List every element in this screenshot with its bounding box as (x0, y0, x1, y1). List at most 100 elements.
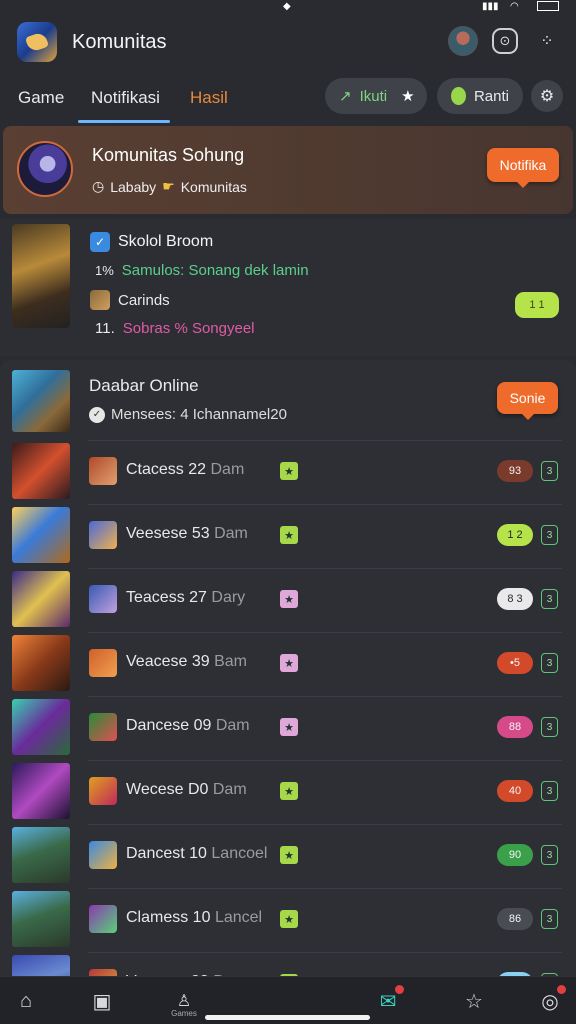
end-icon[interactable]: 3 (541, 781, 558, 801)
count-badge[interactable]: 88 (497, 716, 533, 738)
status-tag-icon: ★ (280, 462, 298, 480)
featured-line3: 11. Sobras % Songyeel (95, 320, 255, 337)
row-name: Clamess 10 Lancel (126, 909, 262, 927)
row-name-suffix: Dary (211, 589, 246, 606)
hero-icon (89, 777, 117, 805)
count-badge[interactable]: 90 (497, 844, 533, 866)
tab-hasil[interactable]: Hasil (190, 88, 228, 108)
row-name: Teacess 27 Dary (126, 589, 245, 607)
chat-label: Ranti (473, 87, 509, 105)
count-badge[interactable]: 8 3 (497, 588, 533, 610)
count-badge[interactable]: 40 (497, 780, 533, 802)
row-name-suffix: Dam (212, 781, 247, 798)
featured-toggle[interactable]: 1 1 (515, 292, 559, 318)
hero-icon (89, 649, 117, 677)
status-tag-icon: ★ (280, 782, 298, 800)
community-avatar (17, 141, 73, 197)
row-name-suffix: Dam (215, 717, 250, 734)
game-thumbnail (12, 507, 70, 563)
list-item[interactable]: Veesese 53 Dam ★ 1 2 3 (0, 504, 576, 567)
end-icon[interactable]: 3 (541, 653, 558, 673)
game-thumbnail (12, 891, 70, 947)
app-badge-icon: ✓ (90, 232, 110, 252)
list-subtitle: ✓ Mensees: 4 Ichannamel20 (89, 406, 287, 423)
messages-icon: ✉ (379, 990, 397, 1013)
list-head-image (12, 370, 70, 432)
app-logo (17, 22, 57, 62)
row-name-suffix: Lancoel (211, 845, 268, 862)
check-circle-icon: ✓ (89, 406, 105, 423)
row-name-text: Veacese 39 (126, 653, 210, 670)
more-icon[interactable]: ⁘ (532, 26, 562, 56)
featured-line1-text: Samulos: Sonang dek lamin (121, 262, 309, 279)
count-badge[interactable]: •5 (497, 652, 533, 674)
featured-title: Skolol Broom (118, 233, 214, 250)
game-thumbnail (12, 827, 70, 883)
profile-nav[interactable]: ◎ (536, 985, 566, 1015)
list-item[interactable]: Dancest 10 Lancoel ★ 90 3 (0, 824, 576, 887)
end-icon[interactable]: 3 (541, 461, 558, 481)
row-name-text: Veesese 53 (126, 525, 210, 542)
row-name-text: Dancese 09 (126, 717, 212, 734)
list-item[interactable]: Ctacess 22 Dam ★ 93 3 (0, 440, 576, 503)
hero-icon (89, 905, 117, 933)
banner-subtitle: ◷ Lababy ☛ Komunitas (92, 178, 247, 195)
game-thumbnail (12, 571, 70, 627)
online-button[interactable]: Sonie (497, 382, 558, 420)
row-name-text: Wecese D0 (126, 781, 209, 798)
settings-button[interactable]: ⚙ (531, 80, 563, 112)
list-item[interactable]: Wecese D0 Dam ★ 40 3 (0, 760, 576, 823)
hero-icon (89, 521, 117, 549)
tab-game[interactable]: Game (18, 88, 64, 108)
featured-line2-text: Carinds (118, 291, 170, 309)
list-item[interactable]: Dancese 09 Dam ★ 88 3 (0, 696, 576, 759)
row-divider (88, 888, 562, 889)
list-item[interactable]: Teacess 27 Dary ★ 8 3 3 (0, 568, 576, 631)
follow-label: Ikuti (359, 87, 388, 105)
tab-bar: Game Notifikasi Hasil ↗ Ikuti ★ Ranti ⚙ (0, 70, 576, 126)
character-icon (90, 290, 110, 310)
home-icon[interactable]: ⌂ (12, 987, 40, 1015)
games-label: Games (171, 1009, 197, 1018)
gear-icon: ⚙ (539, 88, 555, 105)
featured-line1-prefix: 1% (95, 263, 114, 278)
status-tag-icon: ★ (280, 910, 298, 928)
wifi-icon: ◆ (283, 1, 291, 12)
end-icon[interactable]: 3 (541, 525, 558, 545)
count-badge[interactable]: 86 (497, 908, 533, 930)
gallery-icon[interactable]: ▣ (88, 987, 116, 1015)
chat-pill[interactable]: Ranti (437, 78, 523, 114)
featured-title-line: ✓ Skolol Broom (90, 232, 213, 252)
messages-nav[interactable]: ✉ (374, 985, 404, 1015)
wifi-status-icon: ◠ (510, 1, 519, 12)
status-tag-icon: ★ (280, 590, 298, 608)
row-name-text: Clamess 10 (126, 909, 211, 926)
favorites-icon[interactable]: ☆ (460, 987, 488, 1015)
end-icon[interactable]: 3 (541, 717, 558, 737)
count-badge[interactable]: 1 2 (497, 524, 533, 546)
status-tag-icon: ★ (280, 846, 298, 864)
community-banner[interactable]: Komunitas Sohung ◷ Lababy ☛ Komunitas No… (3, 126, 573, 214)
notify-button[interactable]: Notifika (487, 148, 559, 188)
gamepad-icon[interactable]: ⊙ (492, 28, 518, 54)
hero-icon (89, 841, 117, 869)
featured-card[interactable]: ✓ Skolol Broom 1% Samulos: Sonang dek la… (0, 218, 576, 356)
banner-subtitle-b: Komunitas (180, 178, 247, 195)
list-item[interactable]: Veacese 39 Bam ★ •5 3 (0, 632, 576, 695)
avatar[interactable] (448, 26, 478, 56)
online-list-panel: Daabar Online ✓ Mensees: 4 Ichannamel20 … (0, 360, 576, 1011)
home-indicator (205, 1015, 370, 1020)
end-icon[interactable]: 3 (541, 845, 558, 865)
trend-icon: ↗ (339, 88, 352, 105)
count-badge[interactable]: 93 (497, 460, 533, 482)
end-icon[interactable]: 3 (541, 589, 558, 609)
row-divider (88, 504, 562, 505)
banner-subtitle-a: Lababy (110, 178, 157, 195)
tab-notifikasi[interactable]: Notifikasi (78, 88, 170, 123)
games-nav[interactable]: ♙ Games (170, 987, 198, 1018)
follow-pill[interactable]: ↗ Ikuti ★ (325, 78, 427, 114)
list-item[interactable]: Clamess 10 Lancel ★ 86 3 (0, 888, 576, 951)
featured-line1: 1% Samulos: Sonang dek lamin (95, 262, 309, 279)
end-icon[interactable]: 3 (541, 909, 558, 929)
row-name-text: Dancest 10 (126, 845, 207, 862)
